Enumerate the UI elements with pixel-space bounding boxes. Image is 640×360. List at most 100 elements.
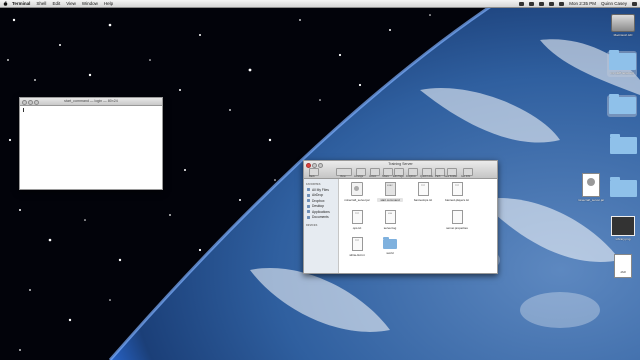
file-ext: TXT bbox=[455, 185, 459, 187]
desktop-icon-image[interactable]: Library.png bbox=[608, 216, 638, 241]
applications-icon bbox=[307, 210, 310, 214]
toolbar-label-path: Path bbox=[435, 175, 441, 178]
toolbar-label-dropbox: Dropbox bbox=[406, 175, 416, 178]
toolbar-label-back: Back bbox=[309, 175, 315, 178]
desktop-icon-hd[interactable]: Macintosh HD bbox=[608, 14, 638, 37]
file-ext: TXT bbox=[355, 213, 359, 215]
document-file-icon bbox=[451, 210, 463, 224]
file-ext: TXT bbox=[355, 240, 359, 242]
log-file-icon: LOG bbox=[384, 210, 396, 224]
file-item[interactable]: TXT white-list.txt bbox=[344, 237, 370, 257]
file-item[interactable]: TXT banned-ips.txt bbox=[410, 182, 436, 202]
jar-file-icon bbox=[582, 173, 600, 197]
file-name: banned-ips.txt bbox=[413, 198, 433, 202]
finder-toolbar[interactable]: Training Server Back View Arrange Action… bbox=[304, 161, 497, 179]
text-file-icon: TXT bbox=[417, 182, 429, 196]
file-item[interactable]: TXT ops.txt bbox=[344, 210, 370, 230]
file-name: minecraft_server.jar bbox=[344, 198, 370, 202]
file-name: white-list.txt bbox=[349, 253, 365, 257]
desktop-icon-folder[interactable] bbox=[608, 177, 638, 198]
airdrop-icon bbox=[307, 193, 310, 197]
menu-extras: Mon 2:35 PM Quinn Casey bbox=[514, 0, 637, 7]
terminal-title: start_command — login — 80×24 bbox=[64, 99, 118, 103]
apple-menu-icon[interactable] bbox=[3, 1, 8, 6]
menu-edit[interactable]: Edit bbox=[52, 0, 60, 7]
file-ext: TXT bbox=[421, 185, 425, 187]
menu-app-name[interactable]: Terminal bbox=[12, 0, 30, 7]
jar-file-icon bbox=[351, 182, 363, 196]
sidebar-item-label: Dropbox bbox=[312, 198, 325, 203]
desktop-icon-doc[interactable]: JAR bbox=[608, 254, 638, 278]
file-item[interactable]: minecraft_server.jar bbox=[344, 182, 370, 202]
sidebar-item-documents[interactable]: Documents bbox=[304, 215, 338, 221]
file-ext: JAR bbox=[620, 270, 626, 274]
menu-user[interactable]: Quinn Casey bbox=[601, 0, 627, 7]
document-file-icon: JAR bbox=[614, 254, 632, 278]
dropbox-icon[interactable] bbox=[519, 1, 525, 6]
sidebar-item-label: AirDrop bbox=[312, 193, 324, 198]
desktop-icon-folder[interactable] bbox=[607, 94, 637, 117]
file-item[interactable]: LOG server.log bbox=[377, 210, 403, 230]
battery-icon[interactable] bbox=[559, 1, 565, 6]
toolbar-label-share: Share bbox=[382, 175, 389, 178]
sidebar-item-label: Documents bbox=[312, 215, 329, 220]
file-name: server.log bbox=[383, 226, 397, 230]
file-name: server.properties bbox=[446, 226, 468, 230]
menu-shell[interactable]: Shell bbox=[36, 0, 46, 7]
folder-icon bbox=[609, 177, 637, 197]
image-file-icon bbox=[611, 216, 635, 236]
minimize-button[interactable] bbox=[28, 100, 33, 105]
folder-item[interactable]: world bbox=[377, 237, 403, 255]
file-name: banned-players.txt bbox=[445, 198, 469, 202]
file-ext: EXEC bbox=[387, 185, 393, 187]
volume-icon[interactable] bbox=[549, 1, 555, 6]
toolbar-label-quicklook: Quick Look bbox=[420, 175, 433, 178]
sidebar-item-label: Applications bbox=[312, 209, 330, 214]
close-button[interactable] bbox=[22, 100, 27, 105]
file-name: ops.txt bbox=[352, 226, 362, 230]
finder-window[interactable]: Training Server Back View Arrange Action… bbox=[303, 160, 498, 274]
sidebar-heading-favorites: FAVORITES bbox=[306, 183, 321, 186]
menu-clock[interactable]: Mon 2:35 PM bbox=[569, 0, 596, 7]
terminal-window[interactable]: start_command — login — 80×24 bbox=[19, 97, 163, 190]
desktop-icon-label: mc stuff renamed bbox=[610, 71, 634, 75]
menu-view[interactable]: View bbox=[66, 0, 76, 7]
file-ext: LOG bbox=[387, 213, 393, 215]
menu-help[interactable]: Help bbox=[104, 0, 113, 7]
folder-icon bbox=[609, 134, 637, 154]
menu-window[interactable]: Window bbox=[82, 0, 98, 7]
spotlight-icon[interactable] bbox=[632, 1, 637, 6]
menu-bar: Terminal Shell Edit View Window Help Mon… bbox=[0, 0, 640, 8]
file-item[interactable]: TXT banned-players.txt bbox=[444, 182, 470, 202]
files-icon bbox=[307, 188, 310, 192]
sidebar-item-label: Desktop bbox=[312, 204, 325, 209]
file-item-selected[interactable]: EXEC start.command bbox=[377, 182, 403, 202]
hard-drive-icon bbox=[611, 14, 635, 32]
toolbar-label-view: View bbox=[340, 175, 346, 178]
desktop-icon-folder[interactable]: mc stuff renamed bbox=[607, 50, 637, 77]
finder-sidebar: FAVORITES All My Files AirDrop Dropbox D… bbox=[304, 179, 339, 273]
text-file-icon: TXT bbox=[351, 237, 363, 251]
sidebar-heading-devices: DEVICES bbox=[306, 224, 318, 227]
text-cursor bbox=[23, 108, 24, 112]
folder-icon bbox=[383, 237, 397, 249]
desktop-icon-jar[interactable]: minecraft_server.jar bbox=[576, 173, 606, 202]
desktop-icon-label: Macintosh HD bbox=[613, 33, 633, 37]
file-item[interactable]: server.properties bbox=[444, 210, 470, 230]
toolbar-label-newfolder: New Folder bbox=[444, 175, 458, 178]
finder-title: Training Server bbox=[388, 162, 413, 166]
folder-icon bbox=[608, 94, 636, 114]
toolbar-label-arrange: Arrange bbox=[354, 175, 364, 178]
sidebar-item-label: All My Files bbox=[312, 187, 329, 192]
wifi-icon[interactable] bbox=[539, 1, 545, 6]
bluetooth-icon[interactable] bbox=[529, 1, 535, 6]
desktop-icon-label: Library.png bbox=[615, 237, 631, 241]
documents-icon bbox=[307, 215, 310, 219]
exec-file-icon: EXEC bbox=[384, 182, 396, 196]
zoom-button[interactable] bbox=[34, 100, 39, 105]
desktop-icon bbox=[307, 204, 310, 208]
file-name: start.command bbox=[377, 198, 403, 202]
toolbar-label-action: Action bbox=[369, 175, 377, 178]
desktop-icon-folder[interactable] bbox=[608, 134, 638, 155]
terminal-titlebar[interactable]: start_command — login — 80×24 bbox=[20, 98, 162, 106]
